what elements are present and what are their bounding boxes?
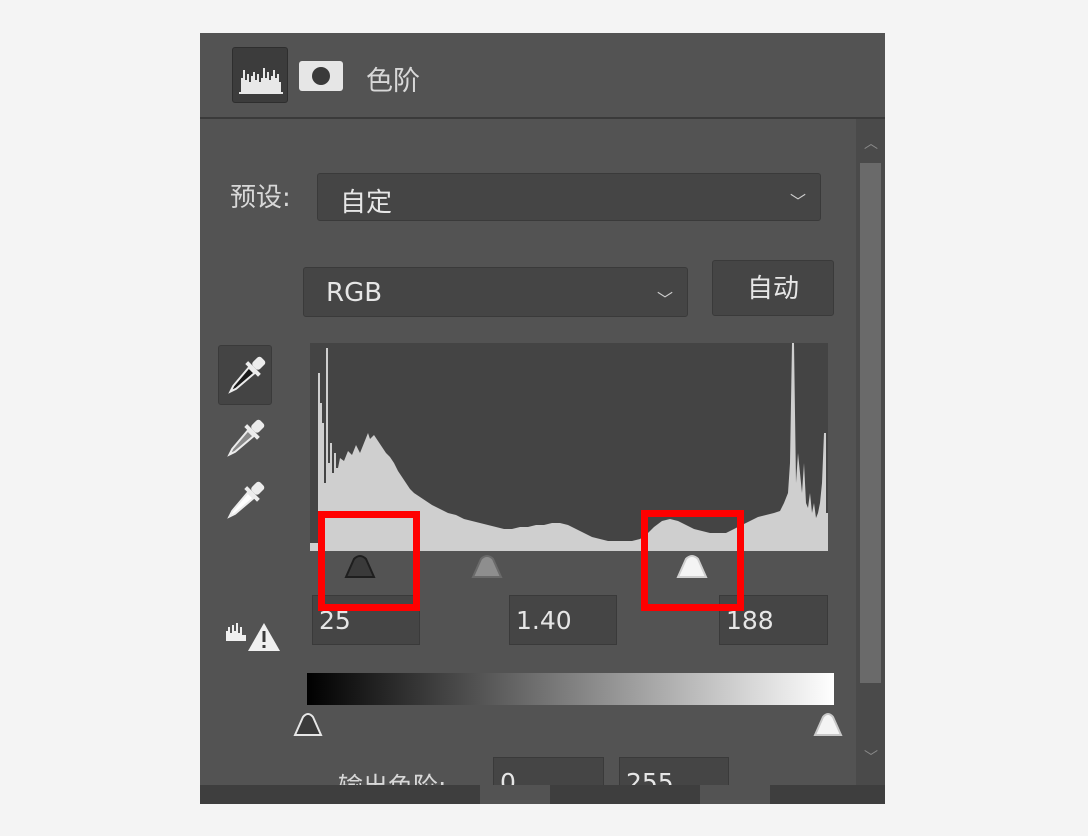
preset-value: 自定	[340, 188, 393, 218]
panel-body: ︿ ﹀ 预设: 自定 ﹀ RGB ﹀ 自动 25 1.40 188 0 255	[200, 119, 885, 804]
black-output-slider[interactable]	[291, 707, 325, 739]
highlight-white-slider	[641, 510, 744, 611]
gamma-input-slider[interactable]	[467, 551, 507, 581]
auto-button[interactable]: 自动	[712, 260, 834, 316]
preset-label: 预设:	[230, 183, 291, 213]
levels-properties-panel: 色阶 ︿ ﹀ 预设: 自定 ﹀ RGB ﹀ 自动 25 1.40 188 0 2…	[200, 33, 885, 804]
highlight-black-slider	[318, 511, 420, 611]
gamma-input-level-field[interactable]: 1.40	[509, 595, 617, 645]
clipping-warning-icon[interactable]	[224, 615, 284, 659]
black-point-eyedropper-icon[interactable]	[218, 345, 272, 405]
histogram-icon[interactable]	[232, 47, 288, 103]
gray-point-eyedropper-icon[interactable]	[218, 409, 272, 469]
chevron-down-icon: ﹀	[656, 290, 673, 309]
panel-footer-toolbar	[200, 785, 885, 804]
chevron-down-icon: ﹀	[789, 192, 806, 211]
channel-select[interactable]: RGB ﹀	[303, 267, 688, 317]
panel-header: 色阶	[200, 33, 885, 119]
scrollbar[interactable]: ︿ ﹀	[856, 119, 885, 804]
white-output-slider[interactable]	[811, 707, 845, 739]
scroll-up-icon[interactable]: ︿	[864, 133, 878, 153]
gamma-input-level-value: 1.40	[516, 606, 572, 635]
scroll-thumb[interactable]	[860, 163, 881, 683]
output-gradient-bar	[307, 673, 834, 705]
white-point-eyedropper-icon[interactable]	[218, 471, 272, 531]
preset-select[interactable]: 自定 ﹀	[317, 173, 821, 221]
channel-value: RGB	[326, 278, 383, 308]
scroll-down-icon[interactable]: ﹀	[864, 747, 878, 767]
footer-button[interactable]	[700, 785, 770, 804]
mask-icon[interactable]	[299, 61, 343, 91]
footer-button[interactable]	[480, 785, 550, 804]
panel-title: 色阶	[366, 66, 420, 97]
